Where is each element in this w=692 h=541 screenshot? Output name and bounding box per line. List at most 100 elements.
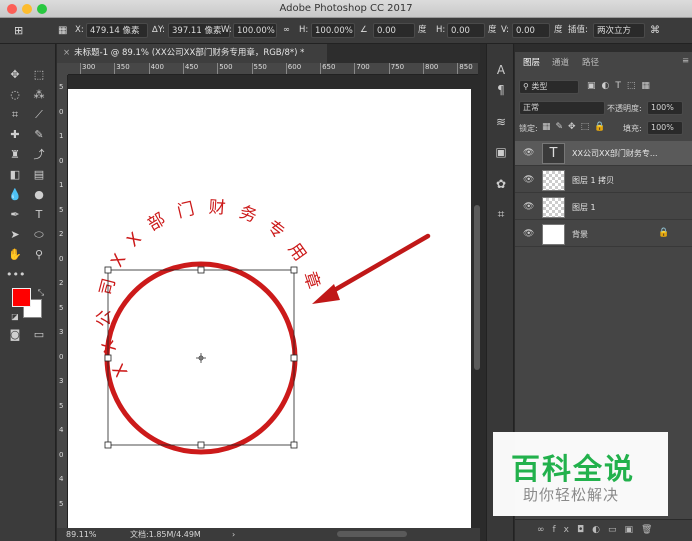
ruler-tick-label: 550 — [251, 63, 267, 74]
crop-tool-icon[interactable]: ⌗ — [6, 106, 24, 124]
layers-footer: ∞fx◘◐▭▣🗑 — [515, 519, 692, 541]
lasso-tool-icon[interactable]: ◌ — [6, 86, 24, 104]
rotate-angle-field[interactable]: 0.00 — [373, 23, 415, 38]
layers-stack-icon[interactable]: ≋ — [493, 114, 509, 130]
tab-paths[interactable]: 路径 — [582, 56, 599, 68]
character-panel-icon[interactable]: A — [493, 62, 509, 78]
layer-thumbnail — [542, 170, 565, 191]
status-menu-icon[interactable]: › — [232, 528, 235, 541]
fill-field[interactable]: 100% — [647, 121, 683, 135]
horizontal-skew-field[interactable]: 0.00 — [447, 23, 485, 38]
ruler-tick-label: 0 — [59, 254, 64, 263]
marquee-tool-icon[interactable]: ⬚ — [30, 66, 48, 84]
quick-mask-icon[interactable]: ◙ — [6, 326, 24, 344]
title-bar: Adobe Photoshop CC 2017 — [0, 0, 692, 18]
reference-point-icon[interactable]: ▦ — [58, 23, 67, 38]
history-brush-tool-icon[interactable]: ⤴ — [30, 146, 48, 164]
close-window-button[interactable] — [7, 4, 17, 14]
zoom-window-button[interactable] — [37, 4, 47, 14]
delta-icon[interactable]: ∆ — [152, 23, 158, 38]
h-label: H: — [299, 25, 309, 35]
ruler-tick-label: 750 — [388, 63, 404, 74]
document-tab[interactable]: × 未标题-1 @ 89.1% (XX公司XX部门财务专用章，RGB/8*) * — [57, 44, 327, 63]
path-selection-tool-icon[interactable]: ➤ — [6, 226, 24, 244]
minimize-window-button[interactable] — [22, 4, 32, 14]
height-field[interactable]: 100.00% — [311, 23, 355, 38]
ruler-tick-label: 600 — [285, 63, 301, 74]
visibility-eye-icon[interactable]: 👁 — [523, 148, 534, 158]
default-colors-icon[interactable]: ◪ — [6, 308, 24, 326]
hskew-unit: 度 — [488, 25, 497, 35]
lock-icons[interactable]: ▦✎✥⬚🔒 — [542, 122, 610, 132]
tab-channels[interactable]: 通道 — [552, 56, 569, 68]
seal-arc-text: XX公司XX部门财务专用章 — [94, 197, 323, 380]
lock-icon[interactable]: 🔒 — [658, 228, 669, 238]
ruler-tick-label: 0 — [59, 450, 64, 459]
panel-menu-icon[interactable]: ≡ — [682, 56, 689, 66]
ruler-tick-label: 450 — [182, 63, 198, 74]
transform-center-point[interactable] — [196, 353, 206, 363]
gradient-tool-icon[interactable]: ▤ — [30, 166, 48, 184]
opacity-label: 不透明度: — [607, 104, 642, 113]
type-tool-icon[interactable]: T — [30, 206, 48, 224]
vertical-scroll-thumb[interactable] — [474, 205, 480, 370]
document-size-info[interactable]: 文档:1.85M/4.49M — [130, 528, 201, 541]
move-tool-icon[interactable]: ✥ — [6, 66, 24, 84]
interpolation-select[interactable]: 两次立方 — [593, 23, 645, 38]
close-tab-icon[interactable]: × — [63, 48, 70, 58]
opacity-field[interactable]: 100% — [647, 101, 683, 115]
layer-row[interactable]: 👁 T XX公司XX部门财务专... — [515, 141, 692, 166]
layer-name: 背景 — [572, 230, 588, 239]
layer-filter-icons[interactable]: ▣◐T⬚▦ — [587, 81, 656, 91]
dodge-tool-icon[interactable]: ● — [30, 186, 48, 204]
brush-tool-icon[interactable]: ✎ — [30, 126, 48, 144]
move-tool-icon[interactable]: ⊞ — [14, 23, 23, 38]
crop-panel-icon[interactable]: ⌗ — [493, 206, 509, 222]
layer-thumbnail — [542, 224, 565, 245]
info-panel-icon[interactable]: ▣ — [493, 144, 509, 160]
layer-row[interactable]: 👁 图层 1 拷贝 — [515, 168, 692, 193]
layer-row[interactable]: 👁 图层 1 — [515, 195, 692, 220]
document-tab-bar: × 未标题-1 @ 89.1% (XX公司XX部门财务专用章，RGB/8*) * — [57, 44, 480, 63]
layer-row[interactable]: 👁 背景 🔒 — [515, 222, 692, 247]
healing-brush-tool-icon[interactable]: ✚ — [6, 126, 24, 144]
more-tools-icon[interactable]: ••• — [6, 266, 25, 284]
ruler-tick-label: 5 — [59, 499, 64, 508]
horizontal-scroll-thumb[interactable] — [337, 531, 407, 537]
screen-mode-icon[interactable]: ▭ — [30, 326, 48, 344]
ruler-tick-label: 5 — [59, 205, 64, 214]
paragraph-panel-icon[interactable]: ¶ — [493, 82, 509, 98]
ruler-origin[interactable] — [57, 63, 68, 75]
fill-label: 填充: — [623, 124, 642, 133]
clone-stamp-tool-icon[interactable]: ♜ — [6, 146, 24, 164]
lock-label: 锁定: — [519, 124, 538, 133]
watermark-title: 百科全说 — [511, 452, 636, 486]
width-field[interactable]: 100.00% — [233, 23, 277, 38]
hskew-label: H: — [436, 25, 446, 35]
blur-tool-icon[interactable]: 💧 — [6, 186, 24, 204]
hand-tool-icon[interactable]: ✋ — [6, 246, 24, 264]
vertical-ruler[interactable]: 5 0 1 0 1 5 2 0 2 5 3 0 3 5 4 0 4 5 — [57, 75, 68, 528]
tab-layers[interactable]: 图层 — [523, 56, 540, 68]
eyedropper-tool-icon[interactable]: ⟋ — [30, 106, 48, 124]
vertical-skew-field[interactable]: 0.00 — [512, 23, 550, 38]
pen-tool-icon[interactable]: ✒ — [6, 206, 24, 224]
warp-mode-icon[interactable]: ⌘ — [650, 23, 660, 38]
ellipse-tool-icon[interactable]: ⬭ — [30, 226, 48, 244]
swap-colors-icon[interactable]: ⤡ — [32, 284, 50, 302]
link-icon[interactable]: ∞ — [283, 23, 290, 38]
eraser-tool-icon[interactable]: ◧ — [6, 166, 24, 184]
layer-action-icons[interactable]: ∞fx◘◐▭▣🗑 — [537, 525, 660, 535]
magic-wand-tool-icon[interactable]: ⁂ — [30, 86, 48, 104]
zoom-level[interactable]: 89.11% — [66, 528, 97, 541]
visibility-eye-icon[interactable]: 👁 — [523, 229, 534, 239]
libraries-icon[interactable]: ✿ — [493, 176, 509, 192]
x-position-field[interactable]: 479.14 像素 — [86, 23, 148, 38]
zoom-tool-icon[interactable]: ⚲ — [30, 246, 48, 264]
visibility-eye-icon[interactable]: 👁 — [523, 175, 534, 185]
blend-mode-select[interactable]: 正常 — [519, 101, 605, 115]
layer-filter-select[interactable]: ⚲ 类型 — [519, 80, 579, 94]
ruler-tick-label: 500 — [217, 63, 233, 74]
horizontal-ruler[interactable]: 300 350 400 450 500 550 600 650 700 750 800 850 — [68, 63, 478, 75]
visibility-eye-icon[interactable]: 👁 — [523, 202, 534, 212]
